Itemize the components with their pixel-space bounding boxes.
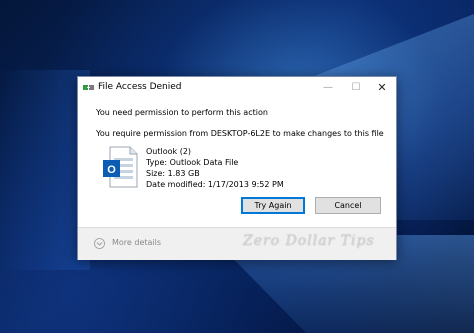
- message-heading: You need permission to perform this acti…: [96, 108, 268, 117]
- file-name: Outlook (2): [146, 147, 192, 156]
- file-info: Outlook (2) Type: Outlook Data File Size…: [146, 146, 284, 190]
- minimize-button[interactable]: —: [314, 77, 342, 98]
- maximize-button[interactable]: ☐: [342, 77, 370, 98]
- dialog-title: File Access Denied: [98, 82, 182, 92]
- try-again-button[interactable]: Try Again: [241, 197, 305, 214]
- file-size: Size: 1.83 GB: [146, 169, 200, 178]
- file-move-icon: [83, 85, 94, 90]
- file-date-modified: Date modified: 1/17/2013 9:52 PM: [146, 180, 284, 189]
- close-button[interactable]: ✕: [368, 77, 396, 98]
- more-details-link[interactable]: More details: [112, 238, 161, 247]
- chevron-down-icon[interactable]: [94, 238, 105, 249]
- title-bar[interactable]: File Access Denied — ☐ ✕: [78, 77, 396, 99]
- outlook-data-file-icon: O: [103, 146, 138, 188]
- file-type: Type: Outlook Data File: [146, 158, 239, 167]
- watermark: Zero Dollar Tips: [243, 233, 375, 249]
- permission-text: You require permission from DESKTOP-6L2E…: [96, 129, 384, 138]
- cancel-button[interactable]: Cancel: [315, 197, 381, 214]
- outlook-icon-letter: O: [107, 164, 116, 176]
